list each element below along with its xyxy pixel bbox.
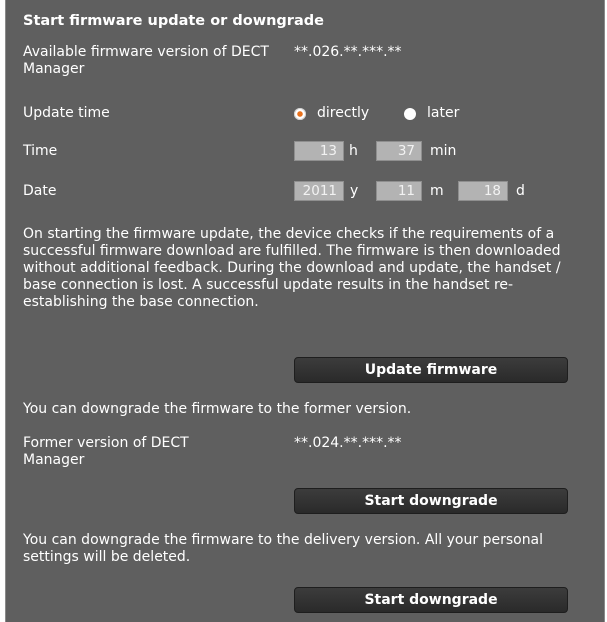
update-time-label: Update time [23, 105, 110, 121]
time-label: Time [23, 143, 58, 159]
update-info-text: On starting the firmware update, the dev… [23, 226, 561, 310]
hours-input[interactable]: 13 [294, 141, 344, 161]
hours-unit: h [349, 143, 358, 159]
day-input[interactable]: 18 [458, 181, 508, 201]
section-title: Start firmware update or downgrade [23, 13, 324, 29]
date-label: Date [23, 183, 57, 199]
month-unit: m [430, 183, 444, 199]
day-unit: d [516, 183, 525, 199]
available-version-value: **.026.**.***.** [294, 44, 402, 60]
later-radio-label[interactable]: later [427, 105, 459, 122]
year-input[interactable]: 2011 [294, 181, 344, 201]
downgrade-former-text: You can downgrade the firmware to the fo… [23, 401, 412, 417]
directly-radio[interactable] [294, 108, 306, 120]
available-version-label: Available firmware version of DECT Manag… [23, 44, 269, 77]
update-firmware-button[interactable]: Update firmware [294, 357, 568, 383]
minutes-input[interactable]: 37 [376, 141, 422, 161]
minutes-unit: min [430, 143, 457, 159]
firmware-panel: Start firmware update or downgrade Avail… [5, 0, 605, 622]
year-unit: y [350, 183, 359, 199]
later-radio[interactable] [404, 108, 416, 120]
start-downgrade-delivery-button[interactable]: Start downgrade [294, 587, 568, 613]
former-version-label: Former version of DECT Manager [23, 435, 189, 468]
directly-radio-label[interactable]: directly [317, 105, 369, 122]
former-version-value: **.024.**.***.** [294, 435, 402, 451]
downgrade-delivery-text: You can downgrade the firmware to the de… [23, 532, 544, 565]
month-input[interactable]: 11 [376, 181, 422, 201]
start-downgrade-former-button[interactable]: Start downgrade [294, 488, 568, 514]
